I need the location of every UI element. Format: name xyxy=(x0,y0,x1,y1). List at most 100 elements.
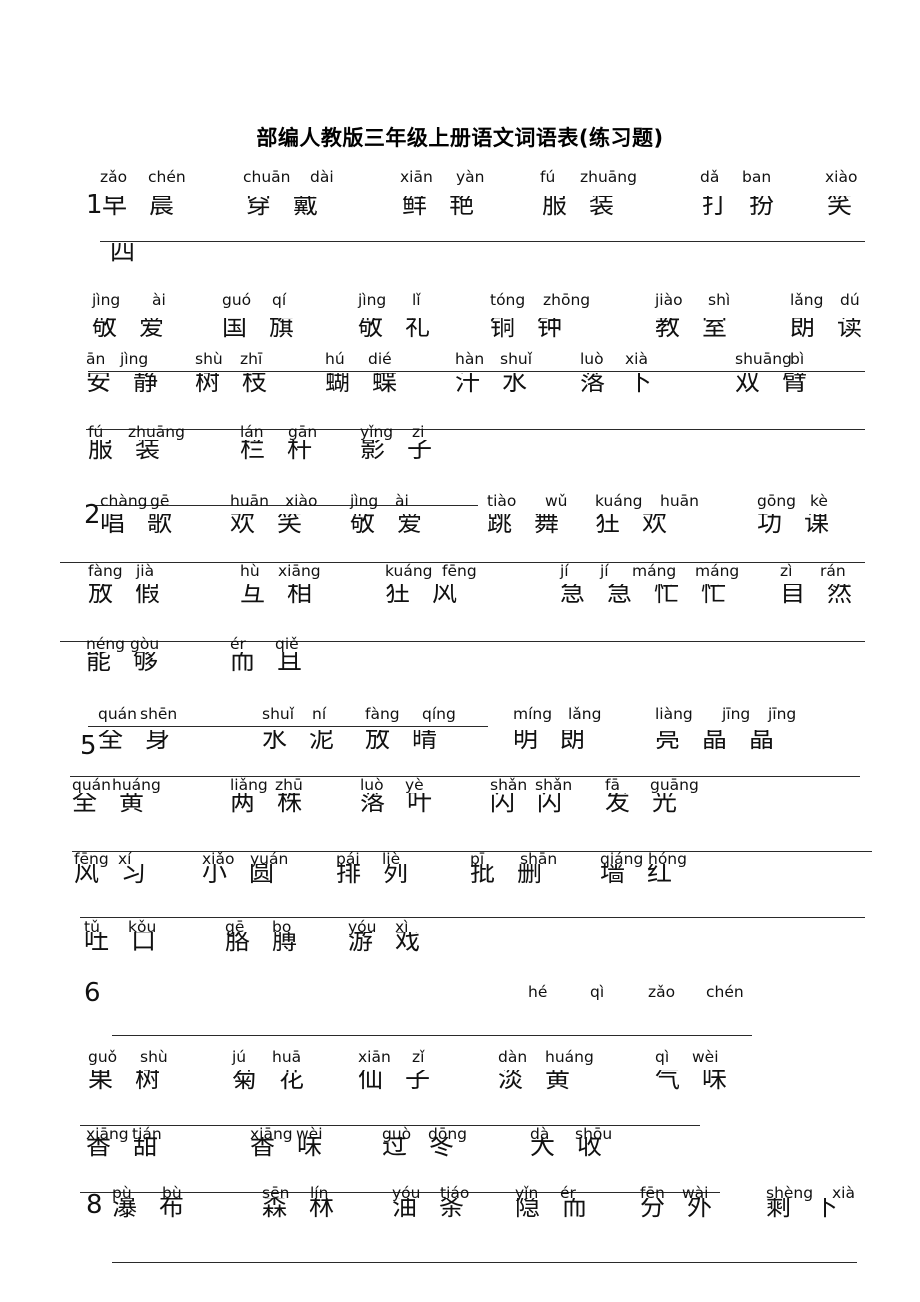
pinyin-syllable: yǐng xyxy=(360,423,394,441)
hanzi-word: 果树 xyxy=(88,1070,183,1093)
hanzi-word: 树枝 xyxy=(195,373,290,393)
hanzi-word: 过冬 xyxy=(382,1137,477,1159)
pinyin-syllable: huān xyxy=(230,492,269,510)
pinyin-syllable: bì xyxy=(790,350,805,368)
pinyin-syllable: zi xyxy=(412,423,425,441)
hanzi-word: 闪闪 xyxy=(490,793,585,815)
pinyin-syllable: zǎo xyxy=(100,168,128,186)
hanzi-word: 四 xyxy=(110,243,158,266)
pinyin-syllable: fàng xyxy=(365,705,400,723)
pinyin-syllable: shēn xyxy=(140,705,178,723)
hanzi-word: 森林 xyxy=(262,1198,357,1221)
pinyin-syllable: tiào xyxy=(487,492,517,510)
hanzi-word: 笑 xyxy=(827,196,875,218)
pinyin-syllable: néng xyxy=(86,635,126,653)
hanzi-word: 批删 xyxy=(470,864,565,886)
pinyin-syllable: hù xyxy=(240,562,260,580)
hanzi-clip-window: 游戏 xyxy=(348,932,668,954)
pinyin-syllable: quán xyxy=(72,776,111,794)
exercise-number: 2 xyxy=(84,500,101,530)
pinyin-syllable: zhuāng xyxy=(580,168,637,186)
pinyin-syllable: ān xyxy=(86,350,106,368)
hanzi-word: 铜钟 xyxy=(490,318,585,340)
pinyin-syllable: shǎn xyxy=(490,776,528,794)
hanzi-word: 蝴蝶 xyxy=(325,373,420,393)
pinyin-syllable: huān xyxy=(660,492,699,510)
pinyin-syllable: dú xyxy=(840,291,860,309)
pinyin-syllable: chén xyxy=(148,168,186,186)
pinyin-syllable: jià xyxy=(136,562,155,580)
pinyin-syllable: qiě xyxy=(275,635,299,653)
hanzi-word: 游戏 xyxy=(348,932,443,954)
pinyin-syllable: shù xyxy=(140,1048,168,1066)
pinyin-syllable: ài xyxy=(395,492,409,510)
hanzi-word: 能够 xyxy=(86,652,181,674)
hanzi-word: 放晴 xyxy=(365,730,460,753)
writing-rule xyxy=(80,917,865,918)
pinyin-syllable: wǔ xyxy=(545,492,568,510)
pinyin-syllable: lǐ xyxy=(412,291,421,309)
hanzi-word: 欢笑 xyxy=(230,514,325,534)
hanzi-word: 自然 xyxy=(780,584,875,607)
pinyin-syllable: kuáng xyxy=(595,492,643,510)
hanzi-word: 跳舞 xyxy=(487,514,582,534)
pinyin-syllable: fēng xyxy=(442,562,477,580)
hanzi-word: 而且 xyxy=(230,652,325,674)
pinyin-syllable: fā xyxy=(605,776,620,794)
pinyin-syllable: jìng xyxy=(350,492,379,510)
pinyin-syllable: jú xyxy=(232,1048,247,1066)
hanzi-clip-window: 亮晶晶 xyxy=(655,730,920,754)
hanzi-word: 全黄 xyxy=(72,793,167,815)
hanzi-word: 服装 xyxy=(542,196,637,218)
pinyin-syllable: gòu xyxy=(130,635,160,653)
pinyin-syllable: jìng xyxy=(358,291,387,309)
hanzi-word: 敬爱 xyxy=(350,514,445,534)
pinyin-syllable: qì xyxy=(590,983,605,1001)
pinyin-syllable: guǒ xyxy=(88,1048,118,1066)
hanzi-word: 急急忙忙 xyxy=(560,584,749,607)
pinyin-syllable: shuǐ xyxy=(500,350,533,368)
pinyin-syllable: máng xyxy=(695,562,740,580)
hanzi-word: 鲜艳 xyxy=(402,196,497,218)
hanzi-word: 落叶 xyxy=(360,793,455,815)
pinyin-syllable: xià xyxy=(625,350,648,368)
pinyin-syllable: kè xyxy=(810,492,828,510)
pinyin-syllable: xiāng xyxy=(278,562,321,580)
pinyin-syllable: quán xyxy=(98,705,137,723)
pinyin-syllable: zì xyxy=(780,562,793,580)
exercise-number: 5 xyxy=(80,731,97,761)
hanzi-word: 分外 xyxy=(640,1198,735,1221)
pinyin-syllable: zhū xyxy=(275,776,303,794)
hanzi-word: 国旗 xyxy=(222,318,317,340)
exercise-number: 8 xyxy=(86,1190,103,1220)
pinyin-syllable: ní xyxy=(312,705,327,723)
pinyin-syllable: guó xyxy=(222,291,252,309)
hanzi-word: 放假 xyxy=(88,584,183,607)
pinyin-syllable: shì xyxy=(708,291,731,309)
writing-rule xyxy=(88,726,488,727)
pinyin-syllable: zǐ xyxy=(412,1048,425,1066)
pinyin-syllable: jīng xyxy=(768,705,797,723)
hanzi-word: 朗读 xyxy=(790,318,885,340)
pinyin-syllable: wèi xyxy=(692,1048,719,1066)
hanzi-word: 两株 xyxy=(230,793,325,815)
pinyin-syllable: yàn xyxy=(456,168,485,186)
hanzi-word: 水泥 xyxy=(262,730,357,753)
pinyin-syllable: lǎng xyxy=(790,291,824,309)
pinyin-syllable: lán xyxy=(240,423,264,441)
pinyin-syllable: gē xyxy=(150,492,170,510)
pinyin-syllable: xiān xyxy=(400,168,433,186)
pinyin-syllable: hú xyxy=(325,350,345,368)
hanzi-word: 香甜 xyxy=(86,1137,181,1159)
hanzi-word: 隐而 xyxy=(515,1198,610,1221)
hanzi-clip-window: 气味 xyxy=(655,1070,920,1094)
hanzi-word: 服装 xyxy=(88,440,183,462)
writing-rule xyxy=(100,241,865,242)
pinyin-syllable: dié xyxy=(368,350,392,368)
writing-rule xyxy=(60,641,865,642)
hanzi-word: 亮晶晶 xyxy=(655,730,797,753)
writing-rule xyxy=(88,371,865,372)
hanzi-word: 风习 xyxy=(74,864,169,886)
hanzi-clip-window: 剩下 xyxy=(766,1198,920,1222)
pinyin-syllable: luò xyxy=(360,776,384,794)
